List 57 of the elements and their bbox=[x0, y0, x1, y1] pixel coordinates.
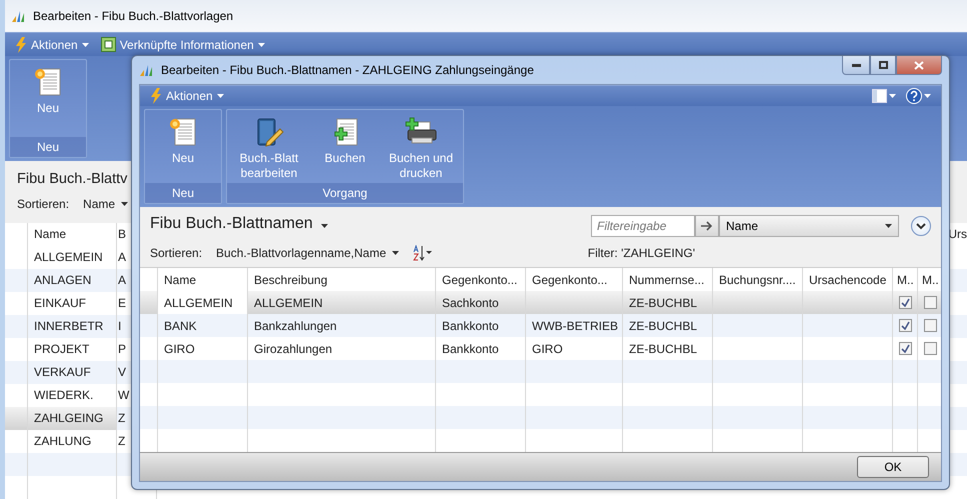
table-cell: ZAHLGEING bbox=[28, 406, 117, 430]
filter-field-dropdown[interactable]: Name bbox=[719, 215, 899, 237]
ok-button[interactable]: OK bbox=[857, 456, 929, 478]
page-title: Fibu Buch.-Blattv bbox=[17, 171, 128, 188]
layout-icon bbox=[872, 89, 887, 103]
sort-label: Sortieren: bbox=[17, 197, 70, 212]
app-logo-icon bbox=[139, 63, 155, 77]
caret-icon bbox=[392, 251, 400, 255]
sort-az-icon bbox=[413, 245, 434, 261]
action-menu[interactable]: Aktionen bbox=[13, 34, 95, 55]
ribbon-group-label: Neu bbox=[145, 183, 221, 203]
table-row[interactable]: BANK Bankzahlungen Bankkonto WWB-BETRIEB ZE-BUCHBL bbox=[140, 314, 941, 337]
ribbon-group-label: Neu bbox=[10, 137, 86, 158]
checkbox[interactable] bbox=[924, 342, 937, 355]
lightning-icon bbox=[15, 36, 27, 53]
checkbox[interactable] bbox=[899, 342, 912, 355]
checkbox[interactable] bbox=[924, 319, 937, 332]
close-button[interactable] bbox=[896, 56, 942, 75]
filter-status: Filter: 'ZAHLGEING' bbox=[588, 246, 695, 260]
page-title: Fibu Buch.-Blattnamen bbox=[150, 215, 313, 233]
check-icon bbox=[901, 321, 910, 330]
sort-order-button[interactable] bbox=[413, 245, 434, 261]
maximize-button[interactable] bbox=[870, 56, 896, 75]
apply-filter-button[interactable] bbox=[695, 215, 719, 237]
check-icon bbox=[901, 298, 910, 307]
chevron-down-icon bbox=[916, 222, 926, 230]
action-menu[interactable]: Verknüpfte Informationen bbox=[98, 35, 271, 54]
minimize-button[interactable] bbox=[842, 56, 870, 75]
window-title: Bearbeiten - Fibu Buch.-Blattvorlagen bbox=[33, 8, 234, 23]
checkbox[interactable] bbox=[899, 319, 912, 332]
expand-button[interactable] bbox=[911, 216, 931, 236]
maximize-icon bbox=[878, 61, 888, 69]
close-icon bbox=[914, 60, 924, 70]
caret-icon bbox=[258, 42, 265, 47]
table-row[interactable]: ALLGEMEIN ALLGEMEIN Sachkonto ZE-BUCHBL bbox=[140, 291, 941, 314]
window-title: Bearbeiten - Fibu Buch.-Blattnamen - ZAHLGEING Zahlungseingänge bbox=[161, 63, 534, 77]
caret-icon bbox=[924, 94, 931, 98]
help-icon bbox=[906, 88, 922, 104]
sort-dropdown[interactable]: Buch.-Blattvorlagenname,Name bbox=[216, 246, 400, 260]
caret-icon bbox=[121, 202, 128, 206]
help-menu-button[interactable] bbox=[906, 88, 931, 104]
caret-icon bbox=[889, 94, 896, 98]
caret-icon bbox=[216, 94, 224, 98]
check-icon bbox=[901, 344, 910, 353]
checkbox[interactable] bbox=[924, 296, 937, 309]
caret-icon bbox=[82, 42, 89, 47]
arrow-right-icon bbox=[701, 221, 713, 231]
grid-icon bbox=[100, 37, 116, 52]
ribbon-group-label: Vorgang bbox=[227, 183, 463, 203]
filter-input[interactable]: Filtereingabe bbox=[591, 215, 695, 237]
sort-dropdown[interactable]: Name bbox=[83, 197, 128, 212]
action-menu[interactable]: Aktionen bbox=[148, 86, 230, 106]
table-cell: ALLGEMEIN bbox=[158, 291, 248, 314]
checkbox[interactable] bbox=[899, 296, 912, 309]
minimize-icon bbox=[852, 64, 860, 66]
lightning-icon bbox=[150, 88, 162, 104]
layout-menu-button[interactable] bbox=[872, 89, 896, 103]
